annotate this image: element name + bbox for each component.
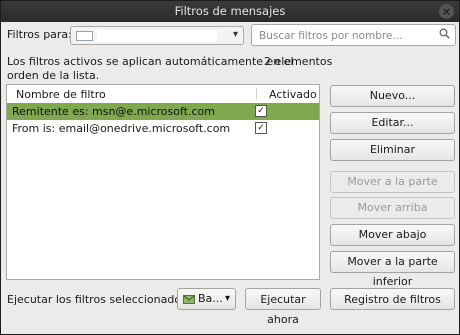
envelope-icon	[76, 31, 93, 41]
account-select[interactable]: Ba... ▾	[177, 288, 236, 310]
filter-list[interactable]: Nombre de filtro Activado Remitente es: …	[6, 84, 320, 280]
chevron-down-icon: ▾	[224, 293, 230, 304]
checkmark-icon: ✓	[257, 106, 265, 116]
column-header-enabled[interactable]: Activado	[269, 88, 317, 101]
column-separator	[256, 88, 257, 100]
filter-name: Remitente es: msn@e.microsoft.com	[12, 105, 215, 118]
move-to-bottom-button[interactable]: Mover a la parte inferior	[330, 251, 455, 288]
enabled-checkbox[interactable]: ✓	[255, 105, 267, 117]
list-header: Nombre de filtro Activado	[7, 85, 319, 104]
window-title: Filtros de mensajes	[174, 4, 286, 18]
new-filter-button[interactable]: Nuevo...	[330, 85, 455, 107]
edit-filter-button[interactable]: Editar...	[330, 112, 455, 134]
account-value: Ba...	[198, 292, 223, 305]
chevron-down-icon: ▾	[232, 29, 238, 40]
inbox-icon	[183, 295, 195, 304]
info-line-1: Los filtros activos se aplican automátic…	[7, 55, 294, 68]
info-line-2: orden de la lista.	[7, 69, 100, 82]
filter-row[interactable]: From is: email@onedrive.microsoft.com ✓	[7, 120, 319, 137]
run-now-button[interactable]: Ejecutar ahora	[245, 288, 321, 326]
enabled-checkbox[interactable]: ✓	[255, 122, 267, 134]
delete-filter-button[interactable]: Eliminar	[330, 139, 455, 161]
search-icon[interactable]	[439, 28, 450, 39]
title-bar: Filtros de mensajes ×	[1, 1, 459, 22]
filters-for-label: Filtros para:	[7, 28, 72, 41]
column-header-name[interactable]: Nombre de filtro	[16, 88, 106, 101]
filters-for-text: Filtros para:	[7, 28, 72, 41]
move-up-button[interactable]: Mover arriba	[330, 197, 455, 219]
folder-select[interactable]: ▾	[70, 26, 244, 45]
filter-count: 2 elementos	[264, 55, 333, 68]
filter-log-button[interactable]: Registro de filtros	[330, 288, 455, 310]
filter-row[interactable]: Remitente es: msn@e.microsoft.com ✓	[7, 103, 319, 120]
message-filters-dialog: Filtros de mensajes × Filtros para: ▾ Lo…	[0, 0, 460, 335]
search-input[interactable]	[257, 27, 431, 45]
close-icon[interactable]: ×	[439, 4, 454, 19]
move-to-top-button[interactable]: Mover a la parte superior	[330, 171, 455, 208]
move-down-button[interactable]: Mover abajo	[330, 224, 455, 246]
search-box[interactable]	[251, 24, 456, 46]
folder-value	[97, 30, 217, 42]
filter-name: From is: email@onedrive.microsoft.com	[12, 122, 231, 135]
checkmark-icon: ✓	[257, 123, 265, 133]
